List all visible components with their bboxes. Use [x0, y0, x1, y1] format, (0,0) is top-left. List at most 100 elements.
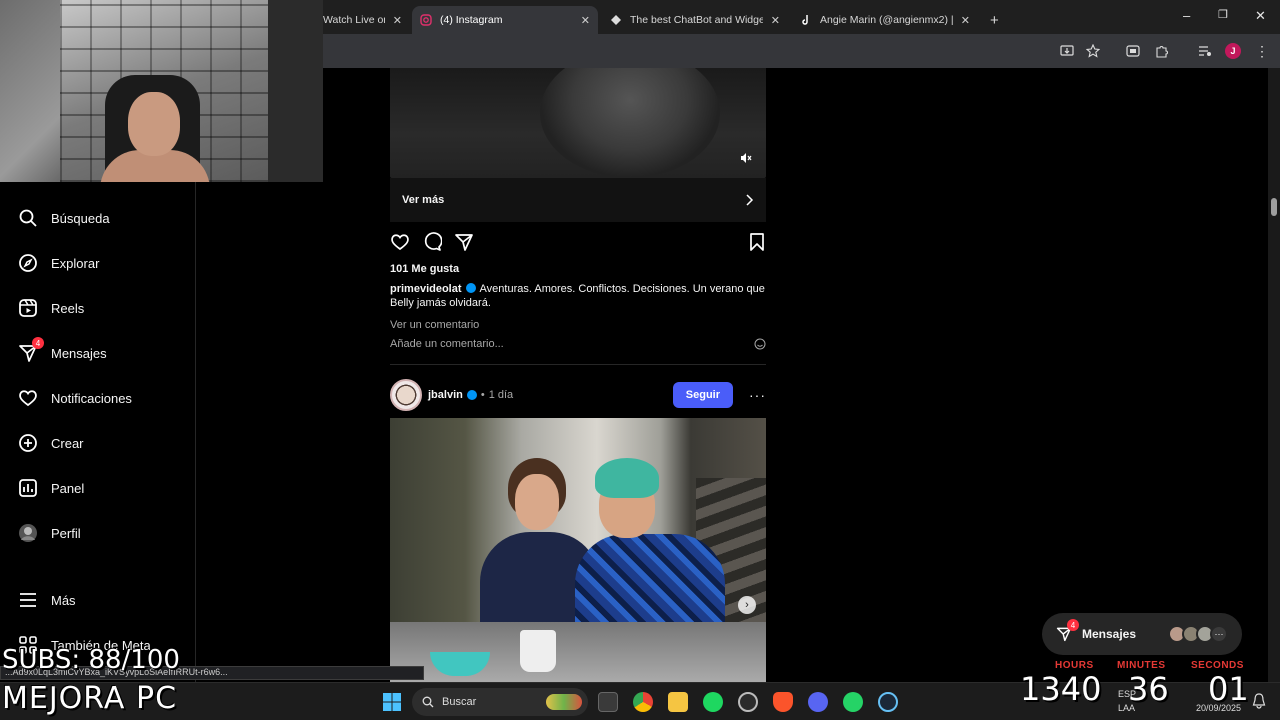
tab-chatbot[interactable]: The best ChatBot and Widgets ✕ — [602, 6, 788, 34]
kebab-menu-icon[interactable]: ⋮ — [1254, 43, 1270, 59]
instagram-feed[interactable]: Ver más 101 Me gusta primevideolat Aventu… — [323, 68, 1268, 682]
post-photo[interactable]: › — [390, 418, 766, 682]
notification-bell-icon[interactable] — [1252, 693, 1266, 709]
sidebar-item-panel[interactable]: Panel — [18, 475, 84, 501]
subs-counter: SUBS: 88/100 — [2, 645, 180, 675]
messages-pill-label: Mensajes — [1082, 627, 1137, 641]
photo-cup — [520, 630, 556, 672]
tab-tiktok[interactable]: Angie Marin (@angienmx2) | Ti ✕ — [792, 6, 978, 34]
photo-person-left — [480, 458, 600, 652]
search-icon — [19, 209, 37, 227]
task-view-icon[interactable] — [598, 692, 618, 712]
bookmark-star-icon[interactable] — [1085, 43, 1101, 59]
sidebar-item-crear[interactable]: Crear — [18, 430, 84, 456]
post-username[interactable]: jbalvin — [428, 389, 463, 401]
close-tab-icon[interactable]: ✕ — [581, 14, 590, 27]
profile-initial: J — [1225, 43, 1241, 59]
countdown-minutes: 36 — [1128, 670, 1169, 708]
add-comment-placeholder: Añade un comentario... — [390, 338, 504, 350]
windows-start-icon[interactable] — [382, 692, 402, 712]
sidebar-item-mas[interactable]: Más — [18, 587, 76, 613]
screen: Watch Live on ✕ (4) Instagram ✕ The best… — [0, 0, 1280, 720]
tab-watch-live[interactable]: Watch Live on ✕ — [315, 6, 410, 34]
sidebar-item-perfil[interactable]: Perfil — [18, 520, 81, 546]
instagram-sidebar: Búsqueda Explorar Reels 4 Mensajes Notif… — [0, 182, 196, 720]
follow-button[interactable]: Seguir — [672, 382, 733, 408]
minimize-button[interactable]: – — [1183, 8, 1190, 23]
media-control-icon[interactable] — [1197, 43, 1213, 59]
close-window-button[interactable]: ✕ — [1255, 8, 1266, 24]
messenger-icon: 4 — [18, 337, 44, 363]
taskbar-search-label: Buscar — [442, 696, 477, 708]
see-more-label: Ver más — [402, 194, 445, 206]
tab-instagram[interactable]: (4) Instagram ✕ — [412, 6, 598, 34]
scrollbar-thumb[interactable] — [1271, 198, 1277, 216]
plus-square-icon — [19, 434, 37, 452]
taskbar-search[interactable]: Buscar — [412, 688, 588, 716]
file-explorer-icon[interactable] — [668, 692, 688, 712]
post-video[interactable] — [390, 68, 766, 178]
video-subject — [540, 68, 720, 178]
page-scrollbar[interactable] — [1268, 68, 1280, 682]
unread-badge: 4 — [1067, 619, 1079, 631]
spotify-icon[interactable] — [703, 692, 723, 712]
sidebar-item-explorar[interactable]: Explorar — [18, 250, 99, 276]
chatbot-favicon-icon — [611, 15, 621, 25]
sidebar-item-reels[interactable]: Reels — [18, 295, 84, 321]
sidebar-item-label: Búsqueda — [51, 210, 110, 226]
tab-title: The best ChatBot and Widgets — [630, 14, 763, 26]
carousel-next-icon[interactable]: › — [738, 596, 756, 614]
share-icon[interactable] — [454, 232, 474, 252]
see-more-bar[interactable]: Ver más — [390, 178, 766, 222]
post-divider — [390, 364, 766, 365]
caption-username[interactable]: primevideolat — [390, 283, 462, 295]
webcam-right-shadow — [268, 0, 323, 182]
maximize-button[interactable]: ❐ — [1218, 8, 1228, 21]
like-heart-icon[interactable] — [390, 232, 410, 252]
close-tab-icon[interactable]: ✕ — [961, 14, 970, 27]
whatsapp-icon[interactable] — [843, 692, 863, 712]
search-highlight-icon — [546, 694, 582, 710]
webcam-overlay — [0, 0, 323, 182]
discord-icon[interactable] — [808, 692, 828, 712]
save-bookmark-icon[interactable] — [748, 232, 766, 252]
obs-icon[interactable] — [738, 692, 758, 712]
heart-icon — [19, 390, 37, 407]
comment-icon[interactable] — [422, 232, 442, 252]
avatar[interactable] — [390, 379, 422, 411]
countdown-seconds: 01 — [1208, 670, 1249, 708]
sidebar-item-busqueda[interactable]: Búsqueda — [18, 205, 110, 231]
post-header: jbalvin • 1 día Seguir ··· — [390, 379, 766, 411]
more-options-icon[interactable]: ··· — [749, 387, 766, 403]
brave-icon[interactable] — [773, 692, 793, 712]
muted-audio-icon[interactable] — [740, 152, 752, 164]
add-comment-field[interactable]: Añade un comentario... — [390, 338, 766, 350]
emoji-icon[interactable] — [754, 338, 766, 350]
extensions-puzzle-icon[interactable] — [1154, 43, 1170, 59]
profile-icon — [19, 524, 37, 542]
extension-toggle-icon[interactable] — [1125, 43, 1141, 59]
sidebar-item-label: Explorar — [51, 255, 100, 271]
view-comments-link[interactable]: Ver un comentario — [390, 319, 479, 331]
tab-title: (4) Instagram — [440, 14, 503, 26]
sidebar-item-mensajes[interactable]: 4 Mensajes — [18, 337, 107, 366]
photo-person-left-face — [515, 474, 559, 530]
close-tab-icon[interactable]: ✕ — [393, 14, 402, 27]
sidebar-item-label: Más — [51, 592, 76, 608]
install-app-icon[interactable] — [1059, 43, 1075, 59]
sidebar-item-notificaciones[interactable]: Notificaciones — [18, 385, 132, 411]
messages-pill[interactable]: 4 Mensajes ··· — [1042, 613, 1242, 655]
verified-badge-icon — [466, 390, 477, 400]
close-tab-icon[interactable]: ✕ — [771, 14, 780, 27]
likes-count[interactable]: 101 Me gusta — [390, 263, 459, 275]
verified-badge-icon — [465, 283, 476, 293]
menu-icon — [20, 593, 36, 607]
profile-avatar-button[interactable]: J — [1225, 43, 1241, 59]
tiktok-favicon-icon — [802, 15, 808, 25]
steam-icon[interactable] — [878, 692, 898, 712]
sidebar-item-label: Reels — [51, 300, 85, 316]
chrome-icon[interactable] — [633, 692, 653, 712]
tab-title: Watch Live on — [323, 14, 385, 26]
new-tab-button[interactable]: + — [984, 6, 1008, 34]
chevron-right-icon — [746, 194, 754, 206]
